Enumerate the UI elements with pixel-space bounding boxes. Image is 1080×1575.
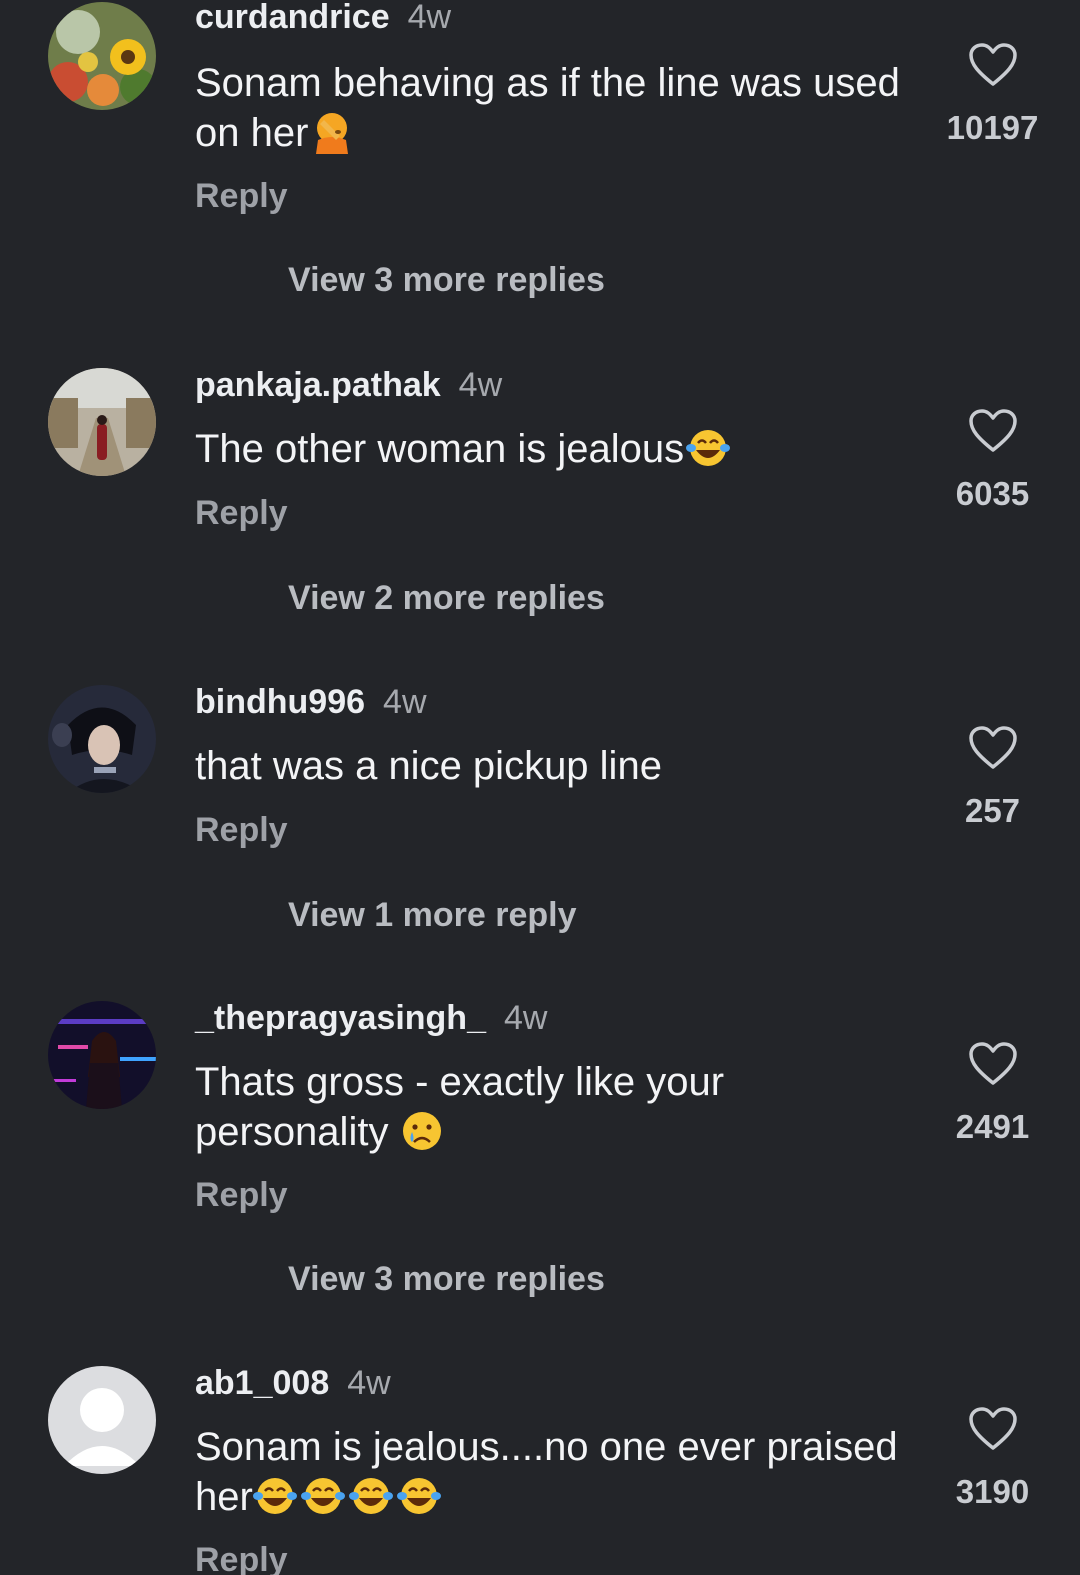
comment-time: 4w: [458, 366, 503, 404]
like-count: 10197: [946, 109, 1039, 146]
heart-outline-icon[interactable]: [968, 725, 1018, 771]
like-count: 2491: [955, 1108, 1030, 1145]
view-more-replies[interactable]: View 3 more replies: [288, 1259, 605, 1299]
comment-username[interactable]: pankaja.pathak 4w: [195, 365, 502, 405]
comment-text: that was a nice pickup line: [195, 744, 662, 788]
view-more-replies[interactable]: View 1 more reply: [288, 895, 577, 935]
reply-button[interactable]: Reply: [195, 1175, 288, 1215]
user-avatar[interactable]: [48, 368, 156, 476]
crying-face-emoji: [403, 1112, 442, 1150]
user-avatar[interactable]: [48, 2, 156, 110]
comment-time: 4w: [347, 1364, 391, 1402]
comment-time: 4w: [407, 0, 452, 36]
heart-outline-icon[interactable]: [968, 1041, 1018, 1087]
reply-button[interactable]: Reply: [195, 810, 288, 850]
user-avatar[interactable]: [48, 1001, 156, 1109]
comment-username[interactable]: bindhu996 4w: [195, 682, 427, 722]
reply-button[interactable]: Reply: [195, 493, 288, 533]
heart-outline-icon[interactable]: [968, 42, 1018, 88]
like-control: 10197: [930, 42, 1055, 148]
tears-of-joy-emoji: [348, 1478, 393, 1514]
tears-of-joy-emoji: [300, 1478, 345, 1514]
like-control: 257: [930, 725, 1055, 831]
heart-outline-icon[interactable]: [968, 408, 1018, 454]
facepalm-emoji: [316, 113, 349, 154]
reply-button[interactable]: Reply: [195, 1540, 288, 1575]
view-more-replies[interactable]: View 3 more replies: [288, 260, 605, 300]
like-count: 3190: [955, 1473, 1030, 1510]
like-control: 3190: [930, 1406, 1055, 1512]
view-more-replies[interactable]: View 2 more replies: [288, 578, 605, 618]
comment-text: Sonam is jealous....no one ever praised …: [195, 1425, 898, 1519]
user-avatar[interactable]: [48, 685, 156, 793]
comment-time: 4w: [503, 999, 548, 1037]
comment-text: The other woman is jealous: [195, 424, 915, 474]
like-count: 6035: [955, 475, 1030, 512]
tears-of-joy-emoji: [686, 430, 731, 466]
comments-screen: curdandrice 4w Sonam behaving as if the l…: [0, 0, 1080, 1575]
heart-outline-icon[interactable]: [968, 1406, 1018, 1452]
tears-of-joy-emoji: [396, 1478, 441, 1514]
like-control: 6035: [930, 408, 1055, 514]
comment-text: Thats gross - exactly like your personal…: [195, 1060, 725, 1154]
like-count: 257: [964, 792, 1021, 829]
comment-text: Sonam behaving as if the line was used o…: [195, 61, 900, 155]
comment-username[interactable]: _thepragyasingh_ 4w: [195, 998, 547, 1038]
comment-username[interactable]: ab1_008 4w: [195, 1363, 391, 1403]
user-avatar[interactable]: [48, 1366, 156, 1474]
like-control: 2491: [930, 1041, 1055, 1147]
comment-time: 4w: [383, 683, 427, 721]
tears-of-joy-emoji: [252, 1478, 297, 1514]
comment-username[interactable]: curdandrice 4w: [195, 0, 451, 37]
reply-button[interactable]: Reply: [195, 176, 288, 216]
